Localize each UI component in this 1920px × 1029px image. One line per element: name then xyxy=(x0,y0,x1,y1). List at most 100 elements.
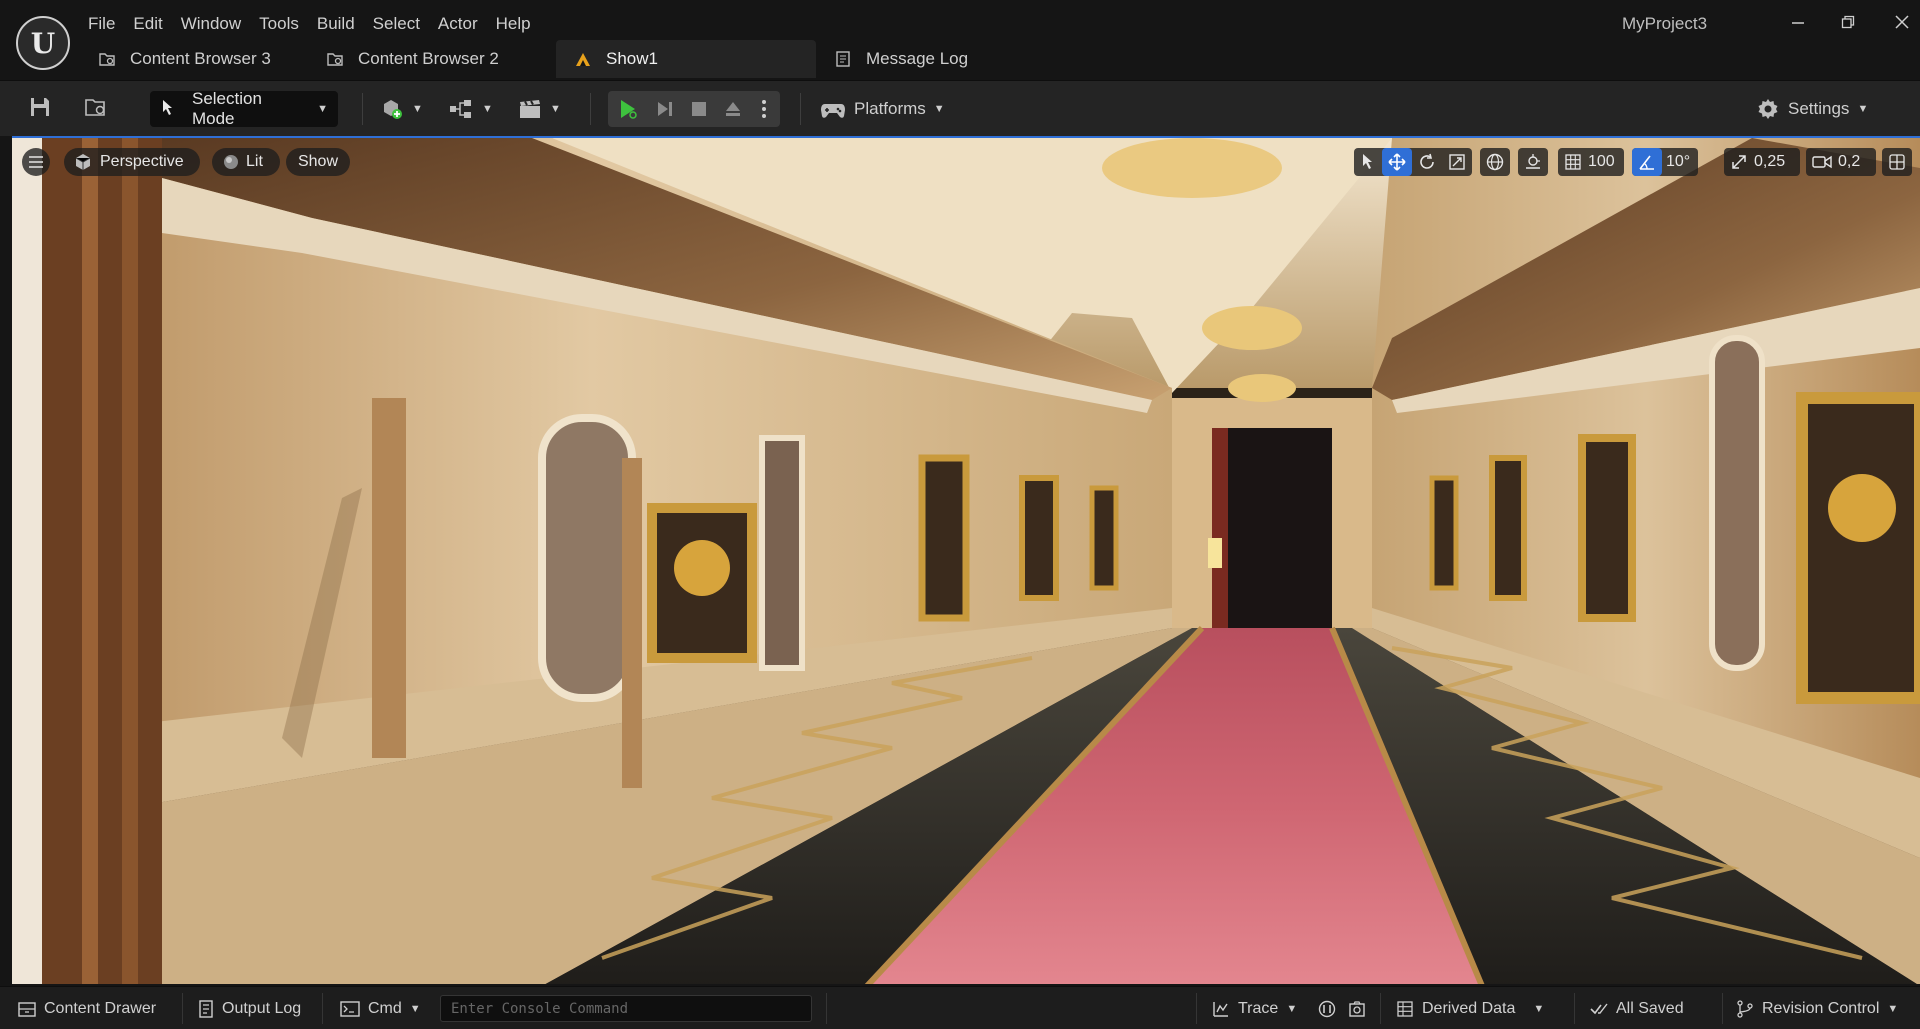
output-log-label: Output Log xyxy=(222,999,302,1017)
divider xyxy=(322,993,323,1024)
all-saved-label: All Saved xyxy=(1616,999,1684,1017)
scale-snap-control[interactable]: 0,25 xyxy=(1724,148,1800,176)
grid-snap-value: 100 xyxy=(1588,153,1615,170)
add-actor-button[interactable]: ▼ xyxy=(380,89,423,129)
blueprints-button[interactable]: ▼ xyxy=(448,89,493,129)
blueprint-graph-icon xyxy=(450,100,471,118)
restore-button[interactable] xyxy=(1826,8,1870,38)
stop-icon xyxy=(692,102,706,116)
menu-file[interactable]: File xyxy=(88,10,133,38)
content-browser-icon xyxy=(98,50,116,68)
tab-show1[interactable]: Show1 xyxy=(556,40,816,78)
rotate-tool-button[interactable] xyxy=(1412,148,1442,176)
trace-snapshot-button[interactable] xyxy=(1348,987,1366,1029)
output-log-button[interactable]: Output Log xyxy=(198,987,301,1029)
tab-message-log[interactable]: Message Log xyxy=(816,40,986,78)
surface-snap-icon xyxy=(1526,154,1540,169)
level-viewport[interactable]: Perspective Lit Show 100 10° 0,25 0,2 xyxy=(12,136,1920,984)
world-local-toggle[interactable] xyxy=(1480,148,1510,176)
sphere-icon xyxy=(224,155,238,169)
globe-icon xyxy=(1486,153,1504,171)
snapshot-icon xyxy=(1349,1000,1365,1017)
grid-snap-toggle[interactable] xyxy=(1558,148,1588,176)
translate-tool-button[interactable] xyxy=(1382,148,1412,176)
terminal-icon xyxy=(340,1000,360,1017)
trace-dropdown[interactable]: Trace ▼ xyxy=(1212,987,1297,1029)
settings-label: Settings xyxy=(1788,99,1850,118)
chevron-down-icon: ▼ xyxy=(933,103,945,115)
unreal-logo[interactable]: U xyxy=(16,16,70,70)
derived-data-dropdown[interactable]: Derived Data ▼ xyxy=(1396,987,1544,1029)
content-drawer-button[interactable]: Content Drawer xyxy=(18,987,156,1029)
camera-speed-button[interactable] xyxy=(1806,148,1838,176)
logo-glyph: U xyxy=(30,26,56,60)
tab-label: Message Log xyxy=(866,49,969,68)
log-icon xyxy=(198,999,214,1018)
gear-icon xyxy=(1758,99,1778,119)
console-command-input[interactable] xyxy=(440,995,812,1022)
save-button[interactable] xyxy=(22,89,58,125)
lit-button[interactable]: Lit xyxy=(212,148,280,176)
play-options-button[interactable] xyxy=(750,91,778,127)
rotation-snap-control[interactable]: 10° xyxy=(1632,148,1698,176)
grid-snap-control[interactable]: 100 xyxy=(1558,148,1624,176)
divider xyxy=(182,993,183,1024)
selection-mode-dropdown[interactable]: Selection Mode ▼ xyxy=(150,89,338,128)
all-saved-button[interactable]: All Saved xyxy=(1590,987,1684,1029)
camera-speed-control[interactable]: 0,2 xyxy=(1806,148,1876,176)
scale-tool-button[interactable] xyxy=(1442,148,1472,176)
tab-content-browser-2[interactable]: Content Browser 2 xyxy=(308,40,556,78)
chevron-down-icon: ▼ xyxy=(1286,1002,1298,1015)
saved-icon xyxy=(1590,1000,1608,1018)
chevron-down-icon: ▼ xyxy=(550,103,561,115)
trace-record-button[interactable] xyxy=(1318,987,1336,1029)
menu-actor[interactable]: Actor xyxy=(438,10,496,38)
settings-dropdown[interactable]: Settings ▼ xyxy=(1756,89,1868,129)
cursor-icon xyxy=(163,100,172,115)
close-button[interactable] xyxy=(1880,8,1920,38)
surface-snapping-button[interactable] xyxy=(1518,148,1548,176)
menu-help[interactable]: Help xyxy=(496,10,549,38)
cmd-label: Cmd xyxy=(368,999,402,1017)
message-log-icon xyxy=(834,50,852,68)
select-tool-button[interactable] xyxy=(1354,148,1382,176)
perspective-button[interactable]: Perspective xyxy=(64,148,200,176)
camera-icon xyxy=(1812,155,1832,169)
eject-button[interactable] xyxy=(716,91,750,127)
scale-snap-toggle[interactable] xyxy=(1724,148,1754,176)
revision-control-dropdown[interactable]: Revision Control ▼ xyxy=(1736,987,1898,1029)
derived-data-label: Derived Data xyxy=(1422,999,1516,1017)
menu-window[interactable]: Window xyxy=(181,10,259,38)
divider xyxy=(800,93,801,125)
trace-label: Trace xyxy=(1238,999,1279,1017)
cmd-dropdown[interactable]: Cmd ▼ xyxy=(340,987,421,1029)
play-button[interactable] xyxy=(608,91,648,127)
level-icon xyxy=(574,50,592,68)
close-icon xyxy=(1895,15,1909,29)
tab-content-browser-3[interactable]: Content Browser 3 xyxy=(80,40,308,78)
show-label: Show xyxy=(297,153,339,170)
menu-edit[interactable]: Edit xyxy=(133,10,180,38)
cursor-icon xyxy=(1363,154,1372,169)
chevron-down-icon: ▼ xyxy=(1533,1002,1545,1015)
scale-snap-value: 0,25 xyxy=(1754,153,1786,170)
rotation-snap-toggle[interactable] xyxy=(1632,148,1662,176)
content-browser-button[interactable] xyxy=(78,89,114,125)
divider xyxy=(362,93,363,125)
stop-button[interactable] xyxy=(682,91,716,127)
camera-speed-value: 0,2 xyxy=(1838,153,1861,170)
divider xyxy=(1380,993,1381,1024)
grid-icon xyxy=(1565,154,1581,170)
play-controls xyxy=(608,91,780,127)
show-button[interactable]: Show xyxy=(286,148,350,176)
viewport-options-button[interactable] xyxy=(22,148,50,176)
platforms-dropdown[interactable]: Platforms ▼ xyxy=(820,89,945,129)
menu-tools[interactable]: Tools xyxy=(259,10,317,38)
menu-select[interactable]: Select xyxy=(373,10,438,38)
viewport-layout-button[interactable] xyxy=(1882,148,1912,176)
cinematics-button[interactable]: ▼ xyxy=(518,89,561,129)
minimize-button[interactable] xyxy=(1776,8,1820,38)
viewport-scene[interactable] xyxy=(12,138,1920,984)
menu-build[interactable]: Build xyxy=(317,10,373,38)
advance-frame-button[interactable] xyxy=(648,91,682,127)
